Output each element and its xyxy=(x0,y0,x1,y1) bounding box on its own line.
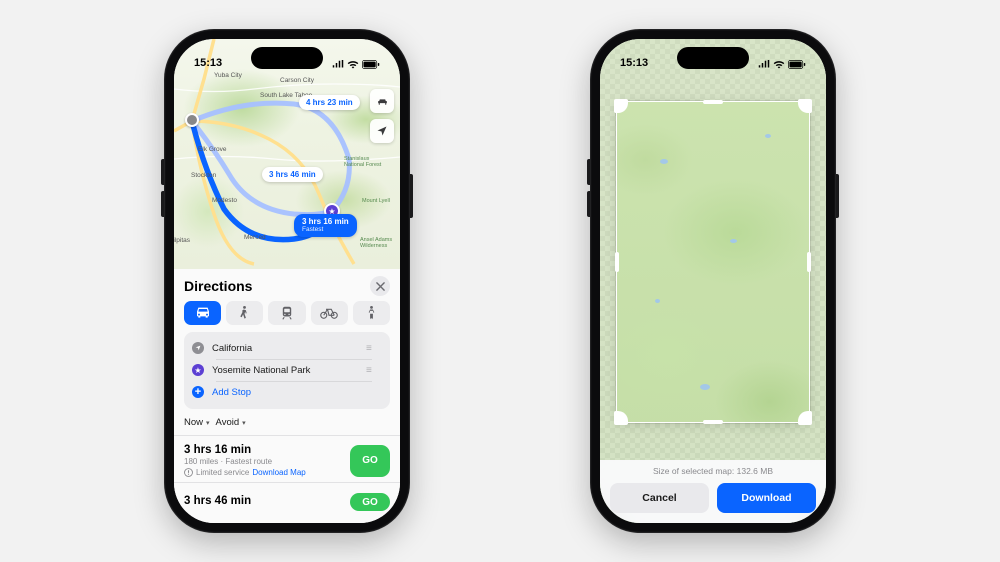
map-locate-button[interactable] xyxy=(370,119,394,143)
chevron-down-icon: ▾ xyxy=(242,419,246,427)
selected-map-size: Size of selected map: 132.6 MB xyxy=(610,466,816,476)
route-stops: California ≡ ★ Yosemite National Park ≡ … xyxy=(184,332,390,409)
stop-to-icon: ★ xyxy=(192,364,204,376)
park-label: Ansel Adams Wilderness xyxy=(360,238,392,249)
transport-mode-segmented xyxy=(174,298,400,332)
download-button[interactable]: Download xyxy=(717,483,816,513)
go-button[interactable]: GO xyxy=(350,493,390,511)
reorder-handle-icon[interactable]: ≡ xyxy=(366,343,380,354)
dynamic-island xyxy=(677,47,749,69)
city-label: Carson City xyxy=(280,77,314,84)
crop-dim xyxy=(600,101,616,423)
add-stop-button[interactable]: + Add Stop xyxy=(192,381,382,403)
route-time-alt2[interactable]: 3 hrs 46 min xyxy=(262,167,323,182)
avoid-picker[interactable]: Avoid▾ xyxy=(216,417,246,428)
result-time: 3 hrs 16 min xyxy=(184,444,342,456)
result-limited: Limited service xyxy=(196,468,249,477)
status-time: 15:13 xyxy=(620,57,648,69)
chevron-down-icon: ▾ xyxy=(206,419,210,427)
route-time-best[interactable]: 3 hrs 16 min Fastest xyxy=(294,214,357,237)
crop-handle-top[interactable] xyxy=(703,100,723,104)
city-label: Modesto xyxy=(212,197,237,204)
map-view[interactable]: ★ Carson City South Lake Tahoe Yuba City… xyxy=(174,39,400,269)
cancel-button[interactable]: Cancel xyxy=(610,483,709,513)
crop-handle-br[interactable] xyxy=(798,411,812,425)
download-map-link[interactable]: Download Map xyxy=(252,468,305,477)
stop-to-label: Yosemite National Park xyxy=(212,365,310,376)
city-label: Stockton xyxy=(191,172,216,179)
dynamic-island xyxy=(251,47,323,69)
directions-sheet: Directions California xyxy=(174,269,400,523)
depart-now-picker[interactable]: Now▾ xyxy=(184,417,210,428)
crop-handle-tr[interactable] xyxy=(798,99,812,113)
crop-handle-right[interactable] xyxy=(807,252,811,272)
pin-start-icon xyxy=(185,113,199,127)
park-label: Stanislaus National Forest xyxy=(344,157,381,168)
warning-icon xyxy=(184,468,193,477)
mode-bike-button[interactable] xyxy=(311,301,348,325)
stop-from-label: California xyxy=(212,343,252,354)
status-time: 15:13 xyxy=(194,57,222,69)
result-time: 3 hrs 46 min xyxy=(184,495,342,507)
download-panel: Size of selected map: 132.6 MB Cancel Do… xyxy=(600,460,826,523)
stop-to[interactable]: ★ Yosemite National Park ≡ xyxy=(192,359,382,381)
add-stop-label: Add Stop xyxy=(212,387,251,398)
park-label: Mount Lyell xyxy=(362,199,390,205)
map-mode-button[interactable] xyxy=(370,89,394,113)
crop-handle-tl[interactable] xyxy=(614,99,628,113)
mode-drive-button[interactable] xyxy=(184,301,221,325)
sheet-title: Directions xyxy=(184,278,252,294)
crop-handle-left[interactable] xyxy=(615,252,619,272)
route-result-1[interactable]: 3 hrs 16 min 180 miles · Fastest route L… xyxy=(174,438,400,482)
close-button[interactable] xyxy=(370,276,390,296)
go-button[interactable]: GO xyxy=(350,445,390,477)
city-label: Yuba City xyxy=(214,72,242,79)
status-icons xyxy=(332,60,380,69)
city-label: Elk Grove xyxy=(198,146,227,153)
mode-walk-button[interactable] xyxy=(226,301,263,325)
stop-from-icon xyxy=(192,342,204,354)
crop-rectangle[interactable] xyxy=(616,101,810,423)
stop-from[interactable]: California ≡ xyxy=(192,337,382,359)
phone-download-map: 15:13 xyxy=(590,29,836,533)
route-time-best-subtitle: Fastest xyxy=(302,226,349,233)
status-icons xyxy=(758,60,806,69)
crop-dim xyxy=(810,101,826,423)
route-time-best-value: 3 hrs 16 min xyxy=(302,217,349,226)
reorder-handle-icon[interactable]: ≡ xyxy=(366,365,380,376)
result-meta: 180 miles · Fastest route xyxy=(184,457,342,466)
mode-transit-button[interactable] xyxy=(268,301,305,325)
crop-handle-bl[interactable] xyxy=(614,411,628,425)
phone-directions: 15:13 xyxy=(164,29,410,533)
route-result-2[interactable]: 3 hrs 46 min GO xyxy=(174,485,400,511)
add-icon: + xyxy=(192,386,204,398)
city-label: Milpitas xyxy=(174,237,190,244)
crop-handle-bottom[interactable] xyxy=(703,420,723,424)
route-time-alt1[interactable]: 4 hrs 23 min xyxy=(299,95,360,110)
city-label: Merced xyxy=(244,234,266,241)
mode-rideshare-button[interactable] xyxy=(353,301,390,325)
